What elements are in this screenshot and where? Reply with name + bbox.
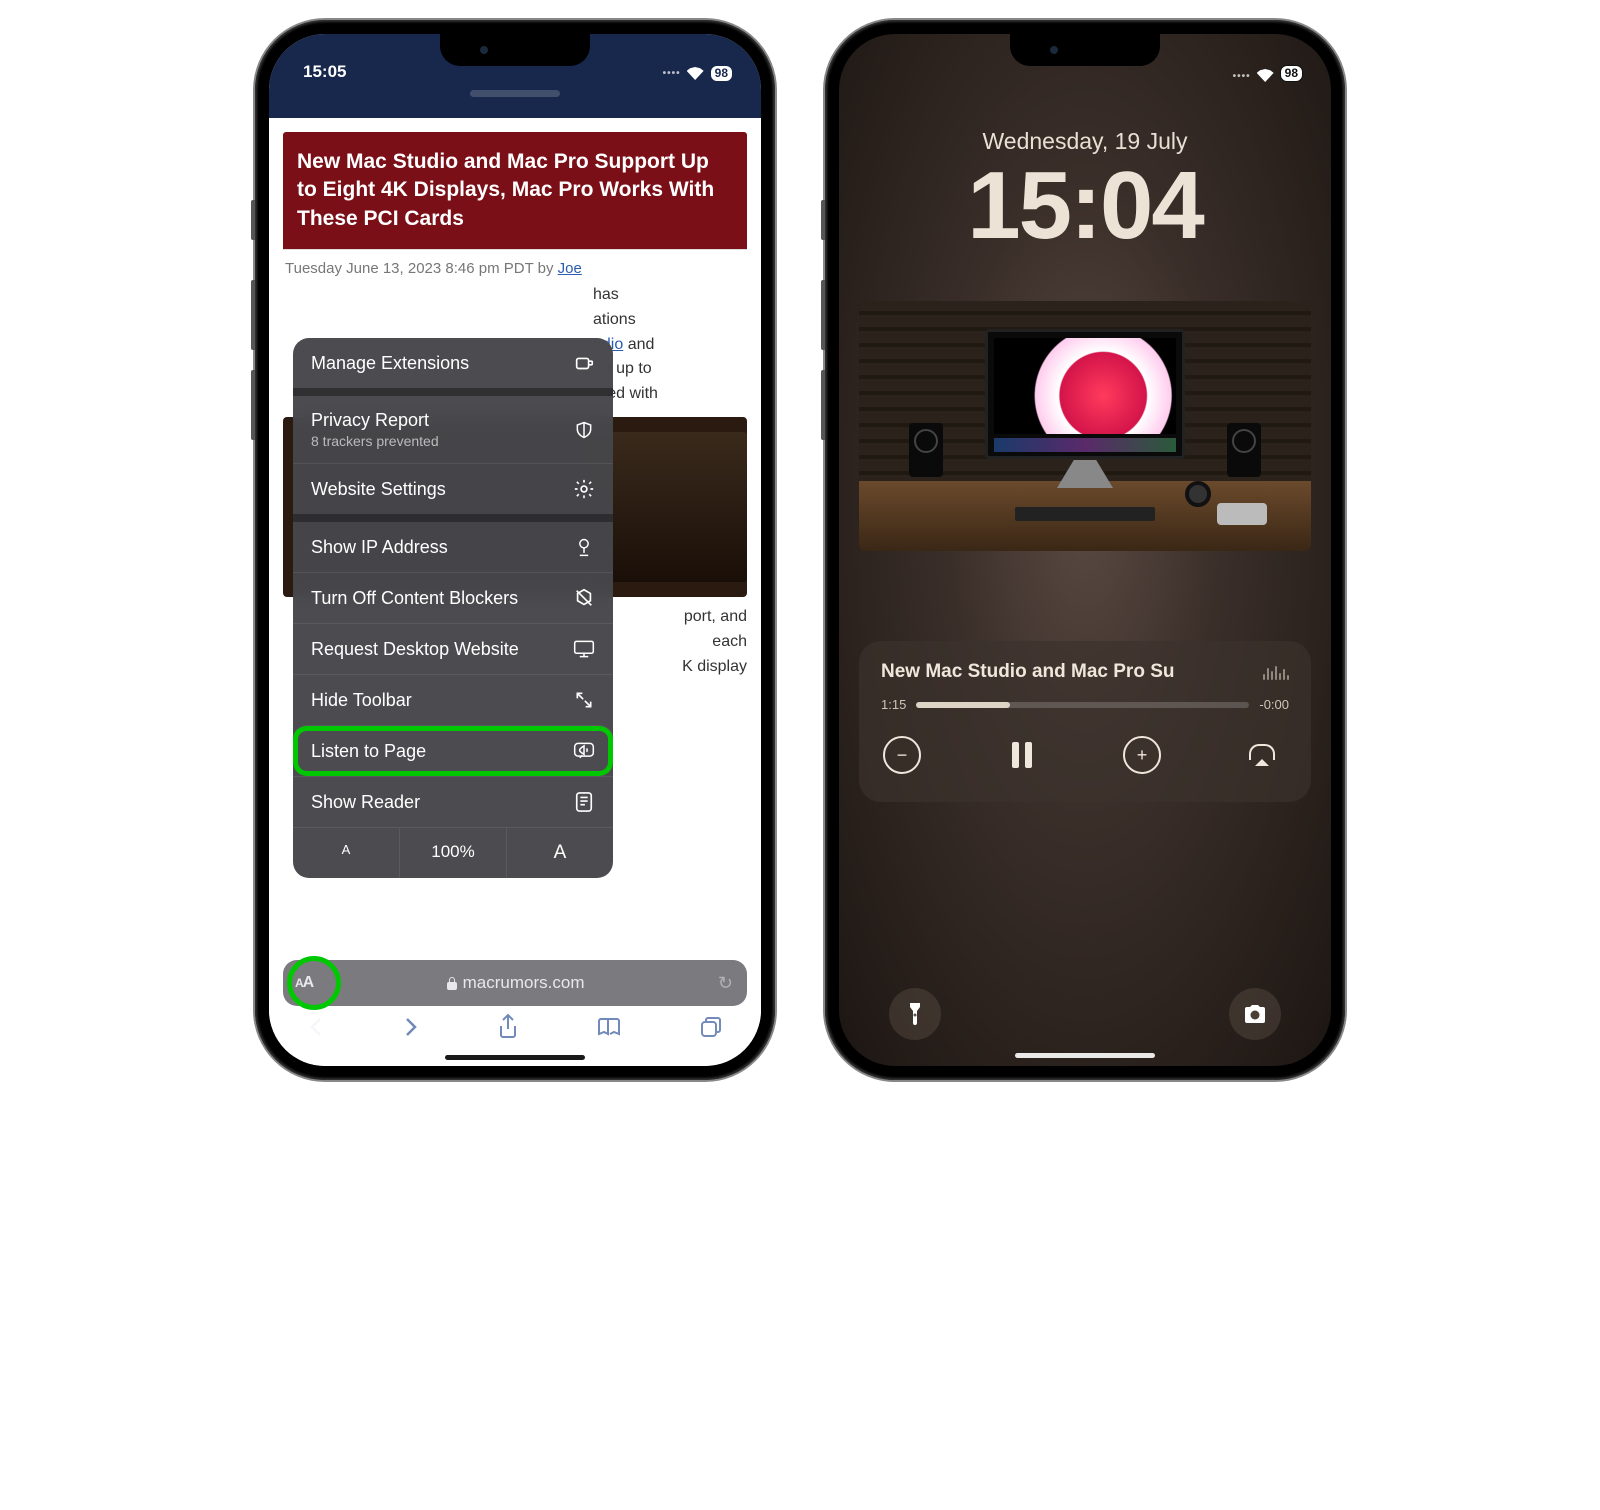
- lock-screen-hero-image: [859, 301, 1311, 551]
- share-button[interactable]: [497, 1014, 519, 1046]
- speed-up-button[interactable]: +: [1123, 736, 1161, 774]
- phone-mockup-right: •••• 98 Wednesday, 19 July 15:04 New Mac…: [825, 20, 1345, 1080]
- home-indicator[interactable]: [1015, 1053, 1155, 1058]
- safari-toolbar: [269, 1008, 761, 1052]
- location-pin-icon: [573, 536, 595, 558]
- menu-privacy-report[interactable]: Privacy Report8 trackers prevented: [293, 388, 613, 463]
- status-clock: 15:05: [303, 62, 346, 82]
- webpage-area[interactable]: New Mac Studio and Mac Pro Support Up to…: [269, 118, 761, 1066]
- menu-show-reader[interactable]: Show Reader: [293, 776, 613, 827]
- page-settings-popup: Manage Extensions Privacy Report8 tracke…: [293, 338, 613, 878]
- url-domain[interactable]: macrumors.com: [313, 973, 718, 993]
- scrubber[interactable]: [916, 702, 1249, 708]
- recording-dots-icon: ••••: [1233, 71, 1251, 82]
- flashlight-button[interactable]: [889, 988, 941, 1040]
- article-title: New Mac Studio and Mac Pro Support Up to…: [283, 132, 747, 249]
- menu-content-blockers[interactable]: Turn Off Content Blockers: [293, 572, 613, 623]
- now-playing-card[interactable]: New Mac Studio and Mac Pro Su 1:15 -0:00…: [859, 641, 1311, 802]
- wifi-icon: [1257, 69, 1274, 82]
- reader-icon: [573, 791, 595, 813]
- hexagon-slash-icon: [573, 587, 595, 609]
- forward-button[interactable]: [402, 1015, 420, 1045]
- playback-controls: − +: [881, 730, 1289, 780]
- left-screen: 15:05 •••• 98 New Mac Studio and Mac Pro…: [269, 34, 761, 1066]
- menu-website-settings[interactable]: Website Settings: [293, 463, 613, 514]
- waveform-icon: [1263, 664, 1289, 680]
- gear-icon: [573, 478, 595, 500]
- lock-screen-bottom: [839, 988, 1331, 1040]
- menu-listen-to-page[interactable]: Listen to Page: [293, 725, 613, 776]
- zoom-in[interactable]: A: [506, 828, 613, 878]
- elapsed-time: 1:15: [881, 697, 906, 712]
- menu-hide-toolbar[interactable]: Hide Toolbar: [293, 674, 613, 725]
- notch: [1010, 34, 1160, 66]
- tab-picker-bar: [269, 88, 761, 118]
- menu-request-desktop[interactable]: Request Desktop Website: [293, 623, 613, 674]
- phone-mockup-left: 15:05 •••• 98 New Mac Studio and Mac Pro…: [255, 20, 775, 1080]
- home-indicator[interactable]: [445, 1055, 585, 1060]
- zoom-out[interactable]: A: [293, 828, 399, 878]
- speed-down-button[interactable]: −: [883, 736, 921, 774]
- zoom-row: A 100% A: [293, 827, 613, 878]
- battery-pill: 98: [1280, 65, 1303, 82]
- menu-manage-extensions[interactable]: Manage Extensions: [293, 338, 613, 388]
- recording-dots-icon: ••••: [663, 68, 681, 79]
- author-link[interactable]: Joe: [558, 260, 582, 277]
- desktop-icon: [573, 638, 595, 660]
- article-meta: Tuesday June 13, 2023 8:46 pm PDT by Joe: [283, 249, 747, 277]
- tabs-button[interactable]: [699, 1015, 723, 1045]
- battery-pill: 98: [710, 65, 733, 82]
- camera-button[interactable]: [1229, 988, 1281, 1040]
- bookmarks-button[interactable]: [596, 1016, 622, 1044]
- menu-show-ip[interactable]: Show IP Address: [293, 514, 613, 572]
- airplay-button[interactable]: [1237, 730, 1287, 780]
- lock-screen-time: 15:04: [839, 151, 1331, 261]
- right-screen: •••• 98 Wednesday, 19 July 15:04 New Mac…: [839, 34, 1331, 1066]
- url-bar[interactable]: AA macrumors.com ↻: [283, 960, 747, 1006]
- aa-highlight-circle: [287, 956, 341, 1010]
- airplay-icon: [1249, 744, 1275, 766]
- back-button[interactable]: [307, 1015, 325, 1045]
- speaker-bubble-icon: [573, 740, 595, 762]
- progress-row[interactable]: 1:15 -0:00: [881, 697, 1289, 712]
- puzzle-icon: [573, 352, 595, 374]
- lock-icon: [447, 977, 457, 990]
- shield-icon: [573, 419, 595, 441]
- now-playing-title: New Mac Studio and Mac Pro Su: [881, 661, 1175, 683]
- expand-arrows-icon: [573, 689, 595, 711]
- remaining-time: -0:00: [1259, 697, 1289, 712]
- notch: [440, 34, 590, 66]
- zoom-level[interactable]: 100%: [399, 828, 506, 878]
- wifi-icon: [687, 67, 704, 80]
- pause-button[interactable]: [997, 730, 1047, 780]
- reload-button[interactable]: ↻: [718, 973, 733, 994]
